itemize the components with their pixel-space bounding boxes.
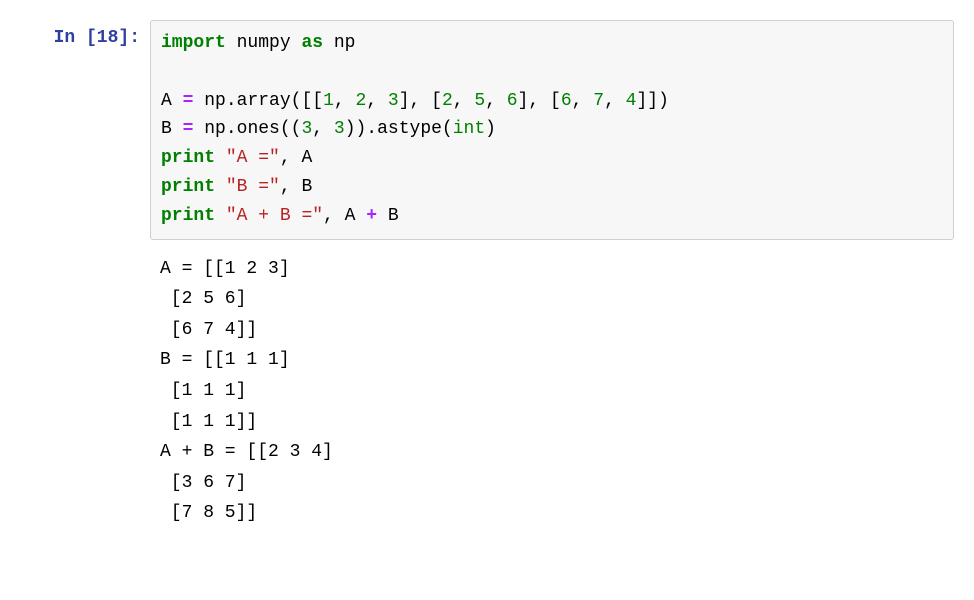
var-a: A: [161, 91, 172, 111]
stdout-output: A = [[1 2 3] [2 5 6] [6 7 4]] B = [[1 1 …: [150, 254, 954, 529]
sep: ,: [312, 119, 334, 139]
keyword-print: print: [161, 177, 215, 197]
num: 6: [561, 91, 572, 111]
num: 2: [356, 91, 367, 111]
output-line: B = [[1 1 1]: [160, 350, 290, 370]
ref-b: B: [301, 177, 312, 197]
output-line: A = [[1 2 3]: [160, 259, 290, 279]
num: 3: [334, 119, 345, 139]
sep: ,: [280, 148, 302, 168]
ref-b: B: [388, 206, 399, 226]
num: 6: [507, 91, 518, 111]
output-line: [6 7 4]]: [160, 320, 257, 340]
sep: ,: [604, 91, 626, 111]
num: 3: [301, 119, 312, 139]
ref-a: A: [301, 148, 312, 168]
output-line: [1 1 1]]: [160, 412, 257, 432]
num: 7: [593, 91, 604, 111]
output-line: [3 6 7]: [160, 473, 246, 493]
sep: ,: [334, 91, 356, 111]
var-b: B: [161, 119, 172, 139]
input-cell: In [18]: import numpy as np A = np.array…: [20, 20, 954, 240]
num: 2: [442, 91, 453, 111]
string-literal: "B =": [226, 177, 280, 197]
num: 4: [626, 91, 637, 111]
op-assign: =: [183, 119, 194, 139]
sep: ,: [453, 91, 475, 111]
module-numpy: numpy: [237, 33, 291, 53]
keyword-as: as: [301, 33, 323, 53]
code-input-area[interactable]: import numpy as np A = np.array([[1, 2, …: [150, 20, 954, 240]
sep: ], [: [399, 91, 442, 111]
close: )).astype(: [345, 119, 453, 139]
ref-a: A: [345, 206, 356, 226]
output-line: A + B = [[2 3 4]: [160, 442, 333, 462]
close: ): [485, 119, 496, 139]
num: 1: [323, 91, 334, 111]
op-assign: =: [183, 91, 194, 111]
output-line: [1 1 1]: [160, 381, 246, 401]
call-np-array: np.array([[: [204, 91, 323, 111]
close: ]]): [636, 91, 668, 111]
builtin-int: int: [453, 119, 485, 139]
sep: ,: [280, 177, 302, 197]
op-plus: +: [366, 206, 377, 226]
output-line: [7 8 5]]: [160, 503, 257, 523]
sep: ,: [485, 91, 507, 111]
output-line: [2 5 6]: [160, 289, 246, 309]
keyword-print: print: [161, 148, 215, 168]
string-literal: "A + B =": [226, 206, 323, 226]
input-prompt: In [18]:: [20, 20, 150, 56]
sep: ,: [572, 91, 594, 111]
keyword-import: import: [161, 33, 226, 53]
string-literal: "A =": [226, 148, 280, 168]
sep: ], [: [518, 91, 561, 111]
sep: ,: [323, 206, 345, 226]
num: 3: [388, 91, 399, 111]
sep: ,: [366, 91, 388, 111]
num: 5: [474, 91, 485, 111]
keyword-print: print: [161, 206, 215, 226]
call-np-ones: np.ones((: [204, 119, 301, 139]
alias-np: np: [334, 33, 356, 53]
output-prompt-spacer: [20, 254, 150, 529]
output-cell: A = [[1 2 3] [2 5 6] [6 7 4]] B = [[1 1 …: [20, 254, 954, 529]
